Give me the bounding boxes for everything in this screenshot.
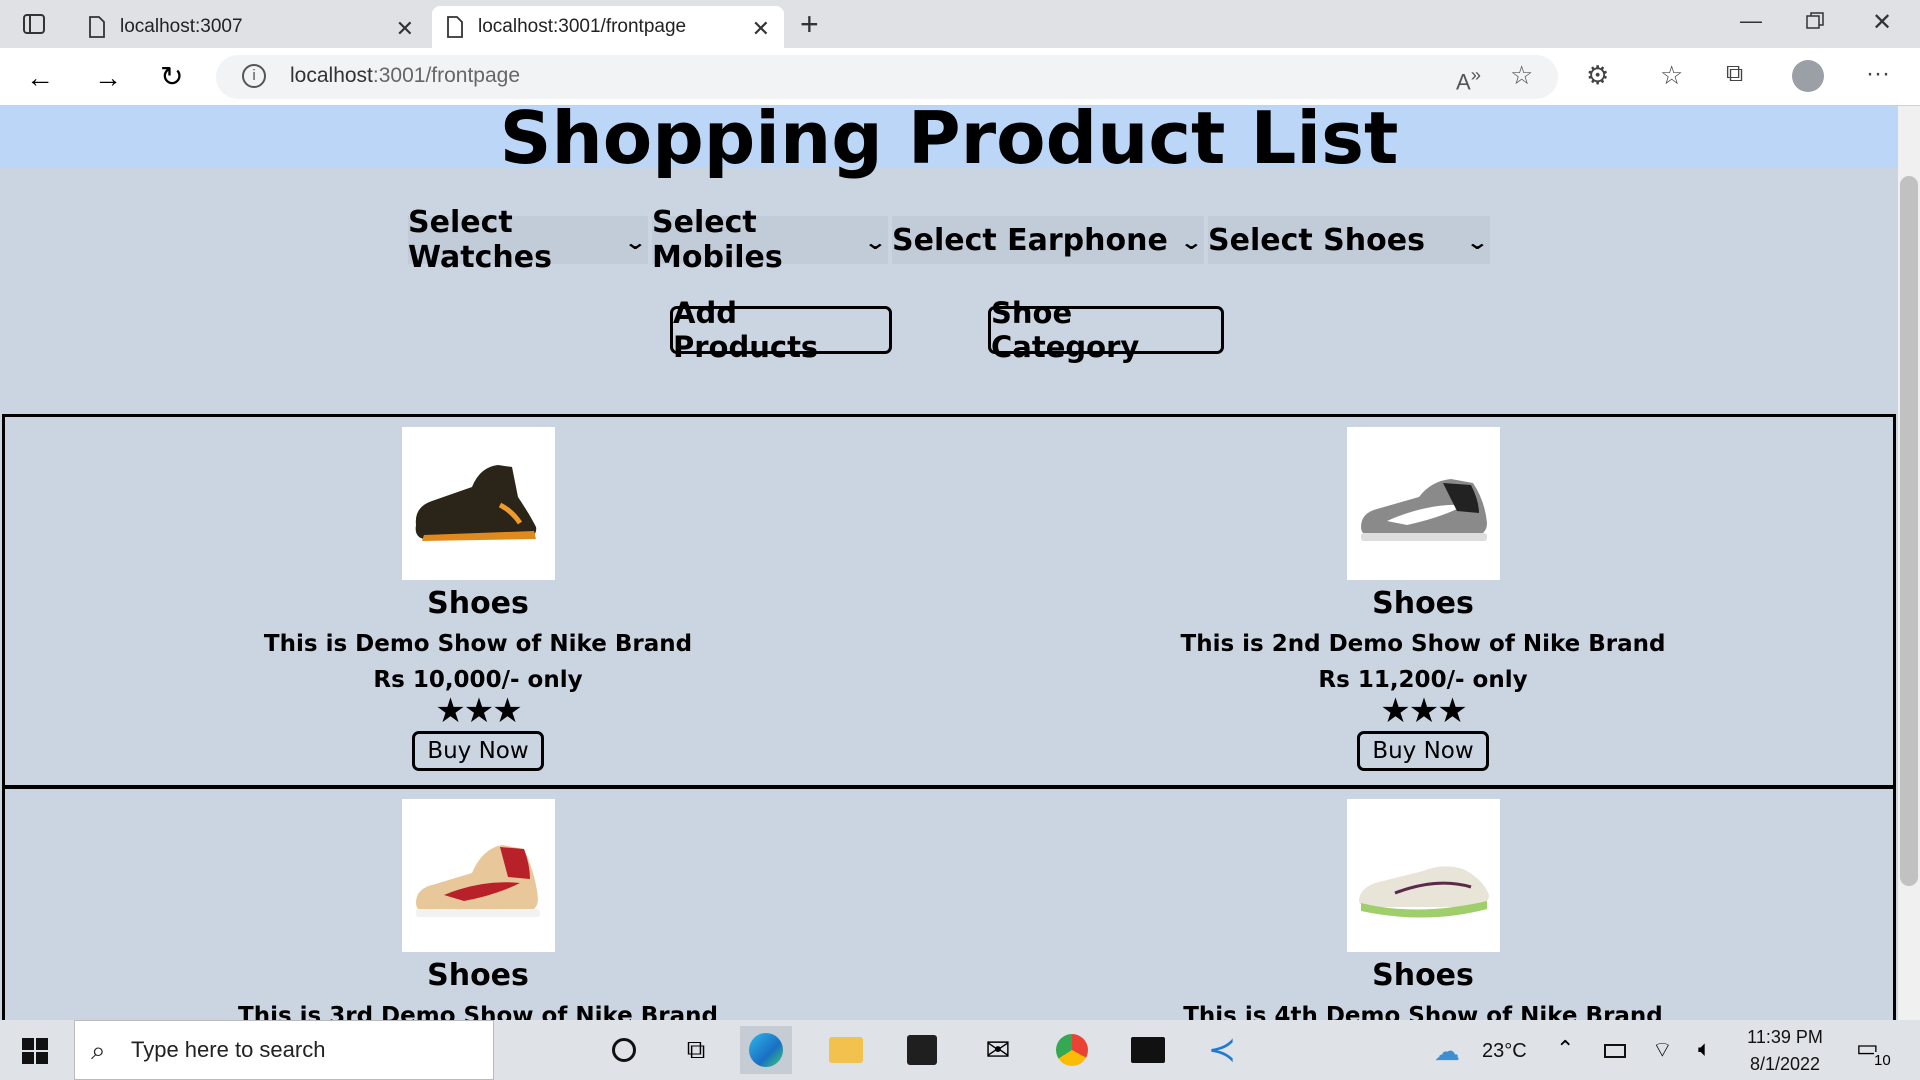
select-watches[interactable]: Select Watches ⌄ — [408, 205, 648, 275]
store-icon[interactable] — [896, 1026, 948, 1074]
read-aloud-icon[interactable]: A» — [1456, 64, 1481, 95]
edge-icon[interactable] — [740, 1026, 792, 1074]
clock[interactable]: 11:39 PM 8/1/2022 — [1740, 1024, 1830, 1078]
select-mobiles[interactable]: Select Mobiles ⌄ — [652, 205, 888, 275]
page-icon — [89, 16, 105, 38]
tab-actions-icon[interactable] — [22, 12, 46, 41]
cortana-icon[interactable] — [598, 1026, 650, 1074]
page-icon — [447, 16, 463, 38]
favorites-icon[interactable]: ☆ — [1660, 60, 1683, 91]
product-image[interactable] — [1346, 427, 1500, 580]
product-image[interactable] — [1346, 799, 1500, 952]
product-price: Rs 11,200/- only — [1318, 667, 1528, 693]
chevron-down-icon: ⌄ — [1179, 230, 1204, 254]
black-orange-sneaker-icon — [415, 465, 536, 541]
chrome-icon[interactable] — [1046, 1026, 1098, 1074]
weather-temp[interactable]: 23°C — [1482, 1040, 1527, 1063]
chevron-up-icon[interactable]: ⌃ — [1556, 1036, 1574, 1062]
profile-avatar[interactable] — [1792, 60, 1824, 92]
page-title: Shopping Product List — [499, 106, 1399, 180]
file-explorer-icon[interactable] — [820, 1026, 872, 1074]
tab-label: localhost:3007 — [120, 16, 243, 37]
collections-icon[interactable]: ⧉ — [1726, 60, 1743, 88]
taskbar-search-input[interactable]: ⌕ Type here to search — [74, 1020, 494, 1080]
product-image[interactable] — [401, 799, 555, 952]
product-card: Shoes This is 4th Demo Show of Nike Bran… — [1043, 799, 1803, 1020]
close-icon[interactable]: ✕ — [396, 16, 414, 42]
product-description: This is 4th Demo Show of Nike Brand — [1183, 1003, 1663, 1020]
scrollbar-thumb[interactable] — [1900, 176, 1918, 886]
extensions-icon[interactable]: ⚙ — [1586, 60, 1609, 91]
terminal-icon[interactable] — [1122, 1026, 1174, 1074]
select-label: Select Mobiles — [652, 205, 783, 275]
chevron-down-icon: ⌄ — [863, 230, 888, 254]
tab-bar: localhost:3007 ✕ localhost:3001/frontpag… — [0, 0, 1920, 48]
windows-start-icon[interactable] — [22, 1038, 48, 1069]
product-image[interactable] — [401, 427, 555, 580]
close-icon[interactable]: ✕ — [752, 16, 770, 42]
volume-icon[interactable]: 🔈︎ — [1698, 1036, 1711, 1062]
select-earphone[interactable]: Select Earphone ⌄ — [892, 216, 1204, 264]
rating-stars: ★★★ — [1380, 692, 1467, 730]
product-row: Shoes This is 3rd Demo Show of Nike Bran… — [2, 786, 1896, 1020]
chevron-down-icon: ⌄ — [1465, 230, 1490, 254]
product-name: Shoes — [427, 586, 529, 621]
select-label: Select Watches — [408, 205, 552, 275]
clock-date: 8/1/2022 — [1749, 1054, 1821, 1074]
buy-now-button[interactable]: Buy Now — [412, 731, 544, 771]
buy-now-button[interactable]: Buy Now — [1357, 731, 1489, 771]
back-icon[interactable]: ← — [26, 62, 54, 94]
product-name: Shoes — [1372, 958, 1474, 993]
shoe-category-button[interactable]: Shoe Category — [988, 296, 1224, 364]
window-close-icon[interactable]: ✕ — [1872, 8, 1892, 37]
refresh-icon[interactable]: ↻ — [160, 60, 183, 93]
site-info-icon[interactable]: i — [242, 64, 266, 88]
url-host: localhost — [290, 64, 373, 87]
task-view-icon[interactable]: ⧉ — [670, 1026, 722, 1074]
search-placeholder: Type here to search — [131, 1037, 326, 1062]
product-card: Shoes This is 2nd Demo Show of Nike Bran… — [1043, 427, 1803, 771]
product-card: Shoes This is 3rd Demo Show of Nike Bran… — [98, 799, 858, 1020]
notification-count: 10 — [1874, 1052, 1891, 1069]
clock-time: 11:39 PM — [1747, 1027, 1823, 1047]
select-shoes[interactable]: Select Shoes ⌄ — [1208, 216, 1490, 264]
select-label: Select Shoes — [1208, 222, 1425, 258]
settings-more-icon[interactable]: ··· — [1866, 60, 1890, 88]
mail-icon[interactable]: ✉ — [972, 1026, 1024, 1074]
grey-black-sneaker-icon — [1360, 479, 1487, 541]
red-tan-sneaker-icon — [415, 845, 540, 917]
minimize-icon[interactable]: — — [1740, 8, 1762, 34]
product-name: Shoes — [1372, 586, 1474, 621]
new-tab-icon[interactable]: + — [800, 6, 819, 43]
url-text[interactable]: localhost:3001/frontpage — [290, 64, 520, 88]
header-banner: Shopping Product List — [0, 106, 1898, 180]
url-path: :3001/frontpage — [372, 64, 521, 87]
rating-stars: ★★★ — [435, 692, 522, 730]
product-description: This is 3rd Demo Show of Nike Brand — [238, 1003, 718, 1020]
product-card: Shoes This is Demo Show of Nike Brand Rs… — [98, 427, 858, 771]
wifi-icon[interactable]: ⌔ — [1652, 1036, 1673, 1064]
select-label: Select Earphone — [892, 222, 1168, 258]
favorite-add-icon[interactable]: ☆ — [1510, 60, 1533, 91]
product-name: Shoes — [427, 958, 529, 993]
weather-icon[interactable]: ☁ — [1434, 1036, 1460, 1067]
product-row: Shoes This is Demo Show of Nike Brand Rs… — [2, 414, 1896, 788]
tab-localhost-3007[interactable]: localhost:3007 ✕ — [88, 6, 428, 48]
vscode-icon[interactable]: ≺ — [1196, 1026, 1248, 1074]
battery-icon[interactable] — [1604, 1044, 1626, 1058]
tab-label: localhost:3001/frontpage — [478, 16, 687, 37]
product-description: This is Demo Show of Nike Brand — [263, 631, 693, 657]
forward-icon[interactable]: → — [94, 62, 122, 94]
beige-green-runner-icon — [1358, 866, 1489, 918]
chevron-down-icon: ⌄ — [623, 230, 648, 254]
tab-frontpage[interactable]: localhost:3001/frontpage ✕ — [432, 6, 784, 48]
product-description: This is 2nd Demo Show of Nike Brand — [1180, 631, 1666, 657]
add-products-button[interactable]: Add Products — [670, 296, 892, 364]
search-icon: ⌕ — [91, 1035, 106, 1065]
product-price: Rs 10,000/- only — [373, 667, 583, 693]
restore-icon[interactable] — [1806, 12, 1824, 35]
page-viewport: Shopping Product List Select Watches ⌄ Se… — [0, 106, 1898, 1020]
